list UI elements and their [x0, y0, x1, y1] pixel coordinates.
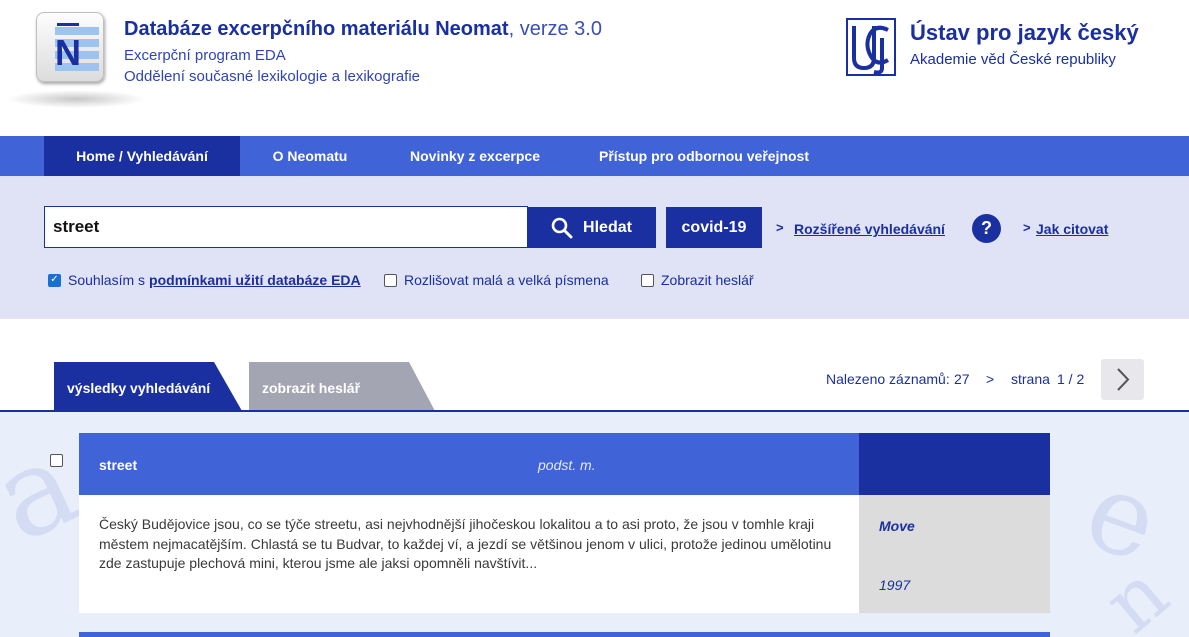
next-entry-header [79, 632, 1050, 637]
chevron-right-icon: > [1023, 220, 1031, 235]
page-label: strana [1011, 371, 1050, 387]
app-version: , verze 3.0 [508, 18, 602, 40]
nav-item-expert-access[interactable]: Přístup pro odbornou veřejnost [586, 136, 822, 176]
entry-select-checkbox[interactable] [50, 454, 63, 467]
help-icon[interactable]: ? [972, 214, 1001, 243]
found-count: 27 [954, 371, 970, 387]
entry-source-panel [859, 495, 1050, 613]
terms-link[interactable]: podmínkami užití databáze EDA [149, 272, 361, 288]
nav-item-home[interactable]: Home / Vyhledávání [44, 136, 240, 176]
institute-subtitle: Akademie věd České republiky [910, 51, 1116, 68]
covid-button[interactable]: covid-19 [666, 207, 762, 248]
tab-lemma-list-label: zobrazit heslář [262, 380, 361, 396]
show-lemma-list-checkbox[interactable] [641, 273, 654, 287]
cite-link[interactable]: Jak citovat [1036, 221, 1108, 237]
found-label: Nalezeno záznamů: [826, 371, 950, 387]
entry-header-side [859, 433, 1050, 495]
search-button[interactable]: Hledat [527, 207, 656, 248]
tab-lemma-list[interactable]: zobrazit heslář [249, 362, 435, 411]
institute-name: Ústav pro jazyk český [910, 20, 1139, 45]
consent-option[interactable]: ✓ Souhlasím s podmínkami užití databáze … [48, 272, 361, 288]
show-lemma-list-label: Zobrazit heslář [661, 272, 754, 288]
advanced-search-link[interactable]: Rozšířené vyhledávání [794, 221, 945, 237]
tab-search-results-label: výsledky vyhledávání [67, 380, 211, 396]
entry-part-of-speech: podst. m. [538, 457, 596, 473]
case-sensitive-checkbox[interactable] [384, 273, 397, 287]
consent-checkbox[interactable]: ✓ [48, 273, 61, 287]
page-number: 1 / 2 [1057, 371, 1085, 387]
app-title-main: Databáze excerpčního materiálu Neomat [124, 18, 509, 40]
entry-year: 1997 [879, 577, 911, 593]
nav-item-news[interactable]: Novinky z excerpce [396, 136, 554, 176]
entry-header [79, 433, 859, 495]
app-title: Databáze excerpčního materiálu Neomat, v… [124, 18, 602, 41]
search-input[interactable] [44, 206, 528, 248]
chevron-right-icon [1117, 368, 1130, 391]
entry-excerpt-text: Český Budějovice jsou, co se týče street… [99, 516, 832, 571]
tab-search-results[interactable]: výsledky vyhledávání [54, 362, 242, 411]
nav-item-about[interactable]: O Neomatu [254, 136, 366, 176]
ujc-logo-icon[interactable] [846, 18, 896, 76]
department-name: Oddělení současné lexikologie a lexikogr… [124, 68, 421, 85]
info-separator: > [986, 371, 995, 387]
case-sensitive-label: Rozlišovat malá a velká písmena [404, 272, 609, 288]
app-subtitle: Excerpční program EDA [124, 47, 286, 64]
svg-text:N: N [55, 32, 81, 73]
entry-source: Move [879, 518, 915, 534]
chevron-right-icon: > [776, 220, 784, 235]
show-lemma-list-option[interactable]: Zobrazit heslář [641, 272, 754, 288]
search-panel: Hledat covid-19 > Rozšířené vyhledávání … [0, 176, 1189, 319]
next-page-button[interactable] [1101, 359, 1144, 400]
search-icon [551, 217, 573, 238]
search-button-label: Hledat [583, 218, 632, 236]
entry-word[interactable]: street [99, 457, 137, 473]
results-tabs-area: výsledky vyhledávání zobrazit heslář Nal… [0, 319, 1189, 412]
consent-text: Souhlasím s [68, 272, 146, 288]
page-header: N Databáze excerpčního materiálu Neomat,… [0, 0, 1189, 136]
main-nav: Home / Vyhledávání O Neomatu Novinky z e… [0, 136, 1189, 176]
logo-shadow [6, 90, 146, 108]
case-sensitive-option[interactable]: Rozlišovat malá a velká písmena [384, 272, 609, 288]
neomat-logo-icon[interactable]: N [36, 12, 104, 82]
